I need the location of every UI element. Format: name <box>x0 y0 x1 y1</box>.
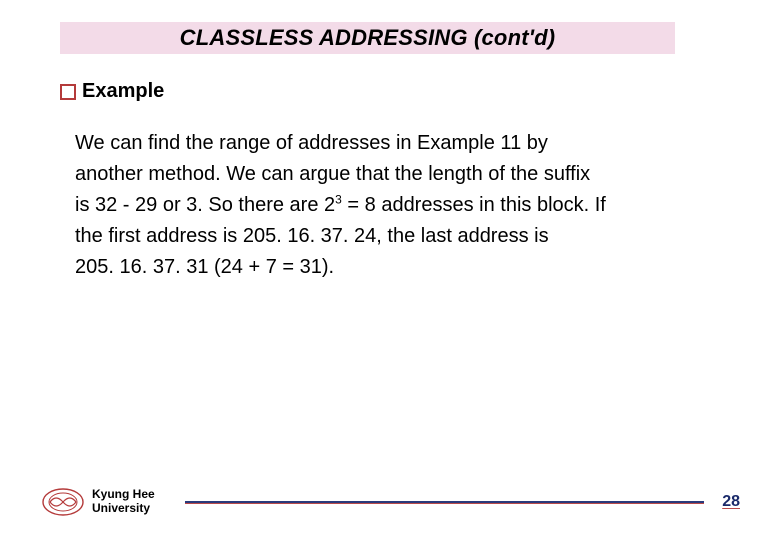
body-line: We can find the range of addresses in Ex… <box>75 132 548 154</box>
footer-divider <box>185 501 705 504</box>
body-line: another method. We can argue that the le… <box>75 163 590 185</box>
body-line: the first address is 205. 16. 37. 24, th… <box>75 225 549 247</box>
exponent: 3 <box>335 192 342 206</box>
section-heading: Example <box>60 80 164 103</box>
slide: CLASSLESS ADDRESSING (cont'd) Example We… <box>0 0 780 540</box>
title-bar: CLASSLESS ADDRESSING (cont'd) <box>60 22 675 54</box>
slide-title: CLASSLESS ADDRESSING (cont'd) <box>180 25 556 51</box>
university-logo-icon <box>40 487 86 517</box>
university-name: Kyung Hee University <box>92 488 155 516</box>
university-line1: Kyung Hee <box>92 488 155 502</box>
body-line: = 8 addresses in this block. If <box>342 194 606 216</box>
footer: Kyung Hee University 28 <box>40 482 740 522</box>
body-paragraph: We can find the range of addresses in Ex… <box>75 128 695 283</box>
body-line: is 32 - 29 or 3. So there are 2 <box>75 194 335 216</box>
section-label: Example <box>82 80 164 103</box>
bullet-icon <box>60 84 76 100</box>
page-number: 28 <box>722 493 740 511</box>
body-line: 205. 16. 37. 31 (24 + 7 = 31). <box>75 256 334 278</box>
university-line2: University <box>92 502 155 516</box>
